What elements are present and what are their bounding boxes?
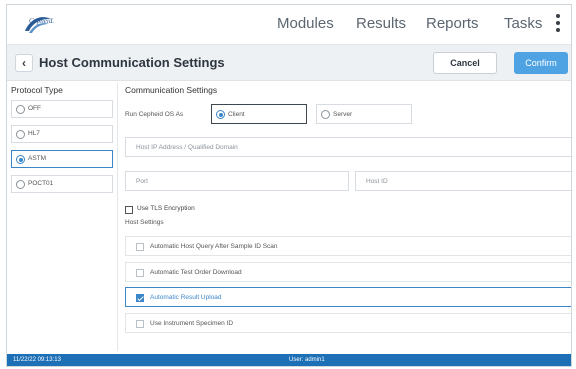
protocol-option-label: ASTM (28, 155, 47, 162)
more-menu-icon[interactable] (555, 14, 561, 36)
protocol-option-label: HL7 (28, 130, 40, 137)
radio-icon (16, 180, 25, 189)
run-as-label: Run Cepheid OS As (125, 111, 184, 118)
host-address-input[interactable]: Host IP Address / Qualified Domain (125, 137, 571, 157)
option-auto-host-query[interactable]: Automatic Host Query After Sample ID Sca… (125, 236, 571, 256)
tls-label: Use TLS Encryption (137, 205, 195, 212)
top-navigation-bar: Cepheid. Modules Results Reports Tasks (7, 5, 571, 45)
checkbox-checked-icon (136, 294, 144, 302)
back-button[interactable]: ‹ (15, 54, 33, 72)
status-bar: 11/22/22 09:13:13 User: admin1 (7, 354, 571, 366)
logo-text: Cepheid. (29, 17, 55, 25)
option-auto-result-upload[interactable]: Automatic Result Upload (125, 287, 571, 307)
port-input[interactable]: Port (125, 171, 349, 191)
option-auto-test-order-download[interactable]: Automatic Test Order Download (125, 262, 571, 282)
nav-modules[interactable]: Modules (277, 15, 334, 32)
radio-selected-icon (16, 155, 25, 164)
checkbox-icon (125, 206, 133, 214)
app-window: Cepheid. Modules Results Reports Tasks ‹… (6, 4, 572, 367)
status-user: User: admin1 (289, 357, 325, 363)
radio-icon (321, 110, 330, 119)
protocol-option-astm[interactable]: ASTM (11, 150, 113, 168)
confirm-button[interactable]: Confirm (514, 52, 568, 74)
host-id-input[interactable]: Host ID (355, 171, 571, 191)
run-as-client-option[interactable]: Client (211, 104, 307, 124)
server-label: Server (333, 111, 353, 118)
checkbox-icon (136, 320, 144, 328)
protocol-option-hl7[interactable]: HL7 (11, 125, 113, 143)
run-as-server-option[interactable]: Server (316, 104, 412, 124)
protocol-type-heading: Protocol Type (11, 85, 63, 95)
protocol-option-label: OFF (28, 105, 41, 112)
option-label: Use Instrument Specimen ID (150, 320, 234, 327)
radio-icon (16, 105, 25, 114)
radio-selected-icon (216, 110, 225, 119)
checkbox-icon (136, 243, 144, 251)
chevron-left-icon: ‹ (22, 56, 26, 70)
protocol-option-poct01[interactable]: POCT01 (11, 175, 113, 193)
checkbox-icon (136, 269, 144, 277)
option-label: Automatic Result Upload (150, 294, 222, 301)
option-label: Automatic Test Order Download (150, 269, 242, 276)
option-label: Automatic Host Query After Sample ID Sca… (150, 243, 278, 250)
nav-results[interactable]: Results (356, 15, 406, 32)
column-divider (117, 83, 118, 351)
protocol-option-label: POCT01 (28, 180, 54, 187)
option-use-instrument-specimen-id[interactable]: Use Instrument Specimen ID (125, 313, 571, 333)
host-settings-heading: Host Settings (125, 219, 164, 226)
communication-settings-heading: Communication Settings (125, 85, 218, 95)
cancel-button[interactable]: Cancel (433, 52, 497, 74)
status-datetime: 11/22/22 09:13:13 (13, 357, 61, 363)
nav-tasks[interactable]: Tasks (504, 15, 542, 32)
protocol-option-off[interactable]: OFF (11, 100, 113, 118)
nav-reports[interactable]: Reports (426, 15, 479, 32)
radio-icon (16, 130, 25, 139)
page-title: Host Communication Settings (39, 55, 225, 70)
client-label: Client (228, 111, 245, 118)
title-bar: ‹ Host Communication Settings Cancel Con… (7, 45, 571, 81)
